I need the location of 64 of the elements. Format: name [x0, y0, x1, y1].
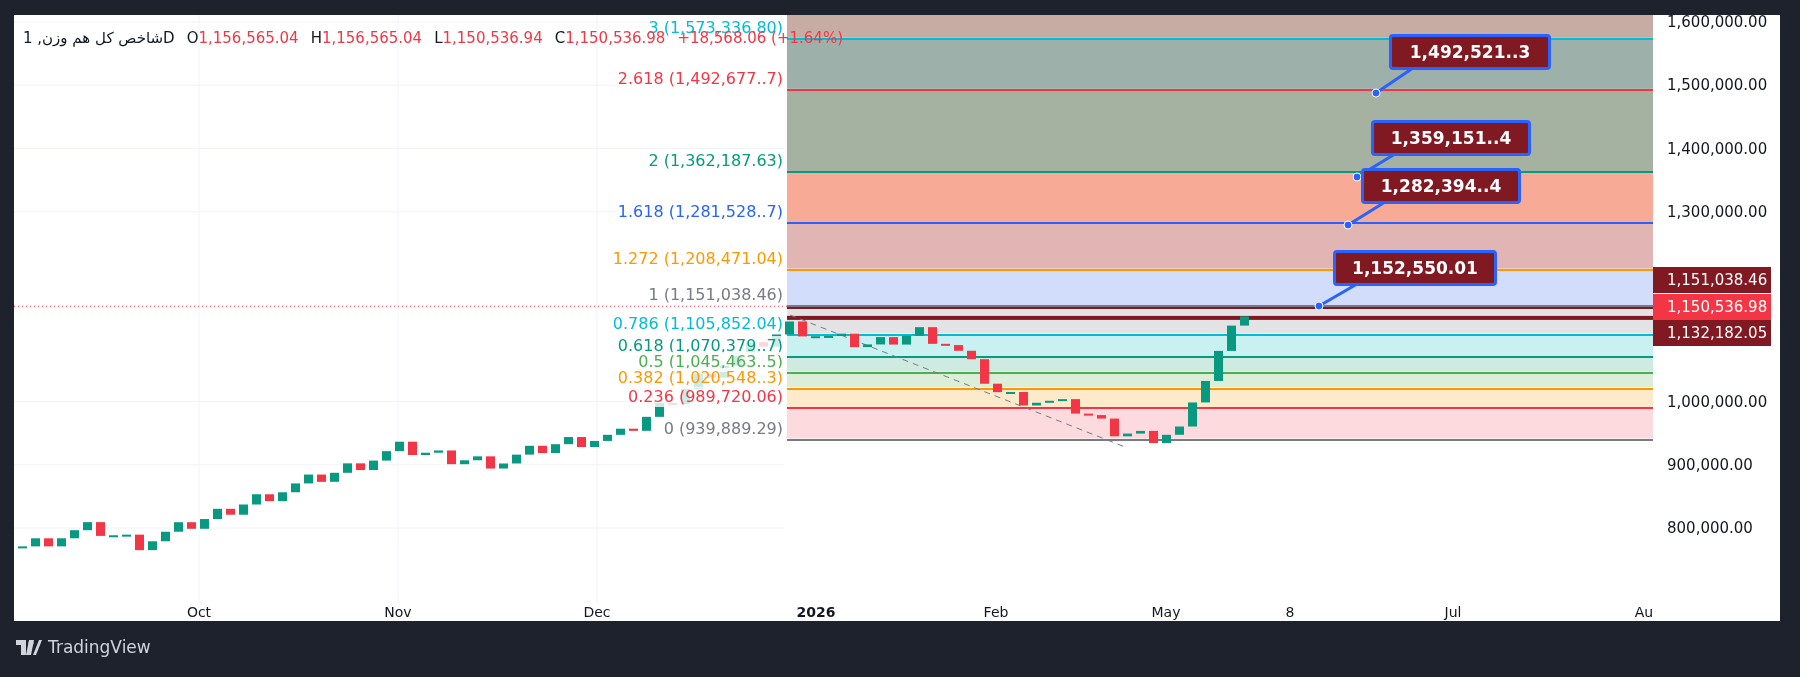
candlestick: [1071, 399, 1080, 414]
candlestick: [1214, 350, 1223, 381]
ohlc-value: O1,156,565.04: [186, 29, 299, 47]
candlestick: [798, 321, 807, 337]
time-axis-label: Oct: [186, 603, 212, 621]
candlestick: [1149, 430, 1158, 444]
candlestick: [252, 494, 261, 505]
callout-label[interactable]: 1,152,550.01: [1333, 250, 1497, 286]
candlestick: [928, 327, 937, 344]
price-axis-label: 1,500,000.00: [1667, 76, 1768, 95]
time-axis-label: 8: [1285, 603, 1295, 621]
callout-label[interactable]: 1,359,151..4: [1371, 120, 1531, 156]
fib-level-label: 2 (1,362,187.63): [648, 151, 783, 172]
time-axis-label: May: [1151, 603, 1181, 621]
candlestick: [1227, 325, 1236, 351]
candlestick: [486, 456, 495, 469]
ohlc-value: H1,156,565.04: [310, 29, 423, 47]
fib-level-label: 0.618 (1,070,379..7): [617, 336, 783, 356]
candlestick: [395, 441, 404, 452]
fib-level-label: 0.382 (1,020,548..3): [617, 367, 783, 388]
price-axis-label: 1,600,000.00: [1667, 13, 1768, 31]
time-axis-label: Feb: [983, 603, 1009, 621]
candlestick: [642, 416, 651, 431]
candlestick: [1240, 316, 1249, 326]
candlestick: [96, 522, 105, 536]
brand-name: TradingView: [48, 637, 151, 657]
time-axis-label: Nov: [384, 603, 412, 621]
candlestick: [161, 531, 170, 542]
time-axis-label: Dec: [583, 603, 611, 621]
candlestick: [785, 321, 794, 335]
candlestick: [850, 333, 859, 348]
candlestick: [1019, 392, 1028, 406]
candlestick: [1201, 380, 1210, 403]
price-axis-label: 800,000.00: [1667, 519, 1753, 537]
price-tag: 1,132,182.05: [1653, 320, 1771, 346]
price-axis-label: 1,000,000.00: [1667, 392, 1768, 411]
symbol-title: شاخص کل هم وزن, 1D: [23, 29, 175, 47]
fib-level-label: 0.236 (989,720.06): [628, 387, 783, 407]
candlestick: [369, 460, 378, 471]
candlestick: [1110, 418, 1119, 437]
fib-level-label: 1.618 (1,281,528..7): [617, 202, 783, 223]
candlestick: [148, 541, 157, 551]
candlestick: [1188, 402, 1197, 427]
candlestick: [213, 508, 222, 520]
candlestick: [980, 359, 989, 384]
price-axis-label: 1,300,000.00: [1667, 202, 1768, 221]
price-axis-label: 1,400,000.00: [1667, 139, 1768, 158]
time-axis-label: Au: [1634, 603, 1654, 621]
candlestick: [408, 441, 417, 455]
candlestick: [382, 451, 391, 461]
price-axis-label: 900,000.00: [1667, 455, 1753, 474]
ohlc-value: L1,150,536.94: [434, 29, 543, 47]
logo-icon: [16, 639, 42, 655]
time-axis-label: 2026: [796, 603, 836, 621]
candlestick: [577, 437, 586, 448]
callout-label[interactable]: 1,492,521..3: [1389, 34, 1551, 70]
candlestick: [226, 508, 235, 515]
candlestick: [447, 450, 456, 465]
candlestick: [135, 534, 144, 551]
time-axis-label: Jul: [1444, 603, 1462, 621]
candlestick: [239, 504, 248, 515]
callout-label[interactable]: 1,282,394..4: [1361, 168, 1521, 204]
price-tag: 1,151,038.46: [1653, 267, 1771, 293]
price-tag: 1,150,536.98: [1653, 294, 1771, 320]
